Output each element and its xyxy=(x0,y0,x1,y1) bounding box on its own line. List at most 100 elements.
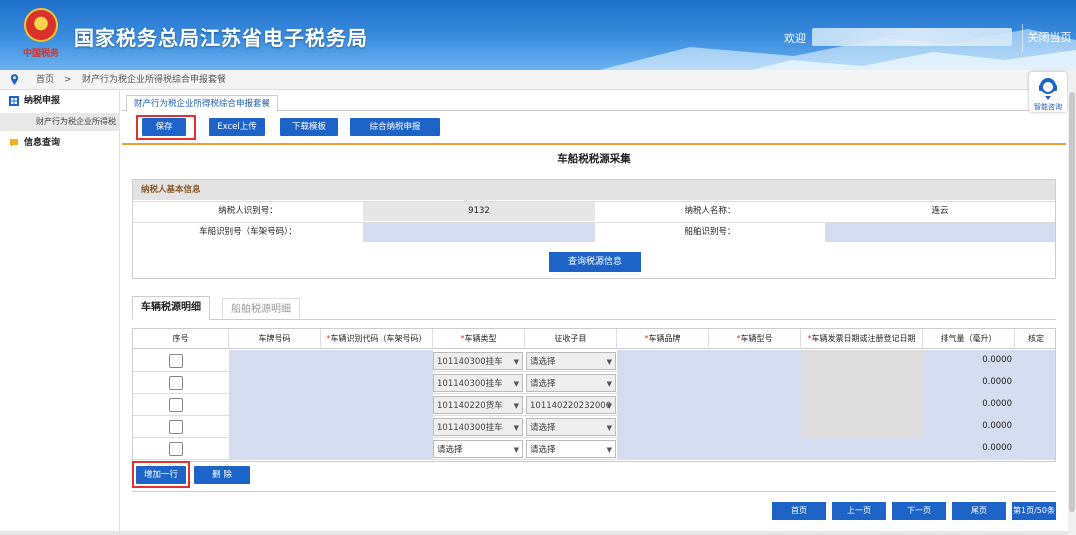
approved-cell[interactable] xyxy=(1015,350,1055,371)
sidebar-item-tax-filing[interactable]: 纳税申报 xyxy=(0,91,120,111)
taxpayer-id-label: 纳税人识别号： xyxy=(218,206,278,216)
model-cell[interactable] xyxy=(709,438,801,459)
location-pin-icon xyxy=(10,74,19,85)
divider xyxy=(122,143,1066,145)
chevron-down-icon: ▼ xyxy=(606,358,612,366)
tab-ship-detail[interactable]: 船舶税源明细 xyxy=(222,298,300,320)
approved-cell[interactable] xyxy=(1015,416,1055,437)
displacement-cell[interactable]: 0.0000 xyxy=(923,394,1015,415)
chevron-down-icon: ▼ xyxy=(513,446,519,454)
brand-cell[interactable] xyxy=(617,394,709,415)
sidebar-item-label: 信息查询 xyxy=(24,138,61,148)
col-header-displacement: 排气量（毫升） xyxy=(923,329,1015,349)
displacement-cell[interactable]: 0.0000 xyxy=(923,416,1015,437)
brand-cell[interactable] xyxy=(617,372,709,393)
displacement-cell[interactable]: 0.0000 xyxy=(923,438,1015,459)
approved-cell[interactable] xyxy=(1015,372,1055,393)
save-highlight xyxy=(136,115,196,140)
plate-vin-redacted xyxy=(229,394,433,415)
invoice-date-cell[interactable] xyxy=(801,350,923,371)
col-header-approved: 核定 xyxy=(1028,334,1044,343)
section-title: 车船税税源采集 xyxy=(557,153,631,165)
row-checkbox[interactable] xyxy=(169,420,183,434)
horizontal-scrollbar[interactable] xyxy=(0,531,1068,535)
ship-id-input[interactable] xyxy=(825,223,1055,242)
table-row: 101140300挂车 ▼ 请选择 ▼ 0.0000 xyxy=(133,350,1055,372)
emblem-icon xyxy=(24,8,58,42)
vehicle-type-select[interactable]: 101140300挂车 ▼ xyxy=(433,352,523,370)
chevron-down-icon: ▼ xyxy=(513,424,519,432)
page-tabbar: 财产行为税企业所得税综合申报套餐 xyxy=(122,91,1066,112)
row-checkbox[interactable] xyxy=(169,442,183,456)
approved-cell[interactable] xyxy=(1015,438,1055,459)
approved-cell[interactable] xyxy=(1015,394,1055,415)
model-cell[interactable] xyxy=(709,350,801,371)
smart-assistant-label: 智能咨询 xyxy=(1034,103,1062,111)
add-row-highlight xyxy=(132,461,190,488)
row-checkbox[interactable] xyxy=(169,376,183,390)
scrollbar-thumb[interactable] xyxy=(1069,92,1075,512)
col-header-plate: 车牌号码 xyxy=(229,329,321,349)
table-row: 请选择 ▼ 请选择 ▼ 0.0000 xyxy=(133,438,1055,460)
model-cell[interactable] xyxy=(709,372,801,393)
first-page-button[interactable]: 首页 xyxy=(772,502,826,520)
brand-cell[interactable] xyxy=(617,416,709,437)
vehicle-type-select[interactable]: 101140300挂车 ▼ xyxy=(433,418,523,436)
row-checkbox[interactable] xyxy=(169,398,183,412)
brand-cell[interactable] xyxy=(617,350,709,371)
invoice-date-cell[interactable] xyxy=(801,438,923,459)
download-template-button[interactable]: 下载模板 xyxy=(280,118,338,136)
vehicle-type-select[interactable]: 101140300挂车 ▼ xyxy=(433,374,523,392)
col-header-vin: *车辆识别代码（车架号码） xyxy=(321,329,433,349)
smart-assistant-button[interactable]: 智能咨询 xyxy=(1029,72,1067,112)
info-row: 纳税人识别号： 9132 纳税人名称： 连云 xyxy=(133,201,1055,221)
delete-row-button[interactable]: 删 除 xyxy=(194,466,250,484)
sidebar-item-property-tax[interactable]: 财产行为税企业所得税 xyxy=(0,113,120,131)
displacement-cell[interactable]: 0.0000 xyxy=(923,372,1015,393)
brand-cell[interactable] xyxy=(617,438,709,459)
sidebar-item-info-query[interactable]: 信息查询 xyxy=(0,133,120,153)
sub-item-select[interactable]: 请选择 ▼ xyxy=(526,352,616,370)
headset-icon xyxy=(1039,78,1057,100)
invoice-date-cell[interactable] xyxy=(801,394,923,415)
comprehensive-filing-button[interactable]: 综合纳税申报 xyxy=(350,118,440,136)
divider xyxy=(132,491,1056,492)
col-header-seq: 序号 xyxy=(133,329,229,349)
vehicle-type-select[interactable]: 101140220货车 ▼ xyxy=(433,396,523,414)
tab-combined-filing[interactable]: 财产行为税企业所得税综合申报套餐 xyxy=(126,95,279,112)
prev-page-button[interactable]: 上一页 xyxy=(832,502,886,520)
sub-item-select[interactable]: 请选择 ▼ xyxy=(526,374,616,392)
invoice-date-cell[interactable] xyxy=(801,372,923,393)
detail-tabs: 车辆税源明细 船舶税源明细 xyxy=(132,296,1056,320)
breadcrumb-current[interactable]: 财产行为税企业所得税综合申报套餐 xyxy=(82,70,226,90)
info-row: 车船识别号（车架号码）： 船舶识别号： xyxy=(133,222,1055,242)
sub-item-select[interactable]: 请选择 ▼ xyxy=(526,440,616,458)
breadcrumb-home[interactable]: 首页 xyxy=(36,70,54,90)
sub-item-select[interactable]: 请选择 ▼ xyxy=(526,418,616,436)
query-tax-source-button[interactable]: 查询税源信息 xyxy=(549,252,641,272)
last-page-button[interactable]: 尾页 xyxy=(952,502,1006,520)
sub-item-select[interactable]: 101140220232000 ▼ xyxy=(526,396,616,414)
plate-vin-input[interactable] xyxy=(229,438,433,459)
row-checkbox[interactable] xyxy=(169,354,183,368)
welcome-text: 欢迎 xyxy=(784,32,806,45)
table-row: 101140300挂车 ▼ 请选择 ▼ 0.0000 xyxy=(133,372,1055,394)
model-cell[interactable] xyxy=(709,416,801,437)
plate-vin-redacted xyxy=(229,350,433,371)
tab-vehicle-detail[interactable]: 车辆税源明细 xyxy=(132,296,210,320)
invoice-date-cell[interactable] xyxy=(801,416,923,437)
chevron-down-icon: ▼ xyxy=(606,446,612,454)
close-page-link[interactable]: 关闭当页 xyxy=(1022,24,1076,52)
page-info: 第1页/50条 xyxy=(1012,502,1056,520)
vertical-scrollbar[interactable] xyxy=(1068,70,1076,535)
displacement-cell[interactable]: 0.0000 xyxy=(923,350,1015,371)
taxpayer-info-heading: 纳税人基本信息 xyxy=(133,180,1055,200)
vehicle-type-select[interactable]: 请选择 ▼ xyxy=(433,440,523,458)
excel-upload-button[interactable]: Excel上传 xyxy=(209,118,265,136)
vin-input[interactable] xyxy=(363,223,595,242)
model-cell[interactable] xyxy=(709,394,801,415)
next-page-button[interactable]: 下一页 xyxy=(892,502,946,520)
chevron-down-icon: ▼ xyxy=(513,402,519,410)
col-header-sub-item: 征收子目 xyxy=(525,329,617,349)
vin-label: 车船识别号（车架号码）： xyxy=(199,227,297,237)
